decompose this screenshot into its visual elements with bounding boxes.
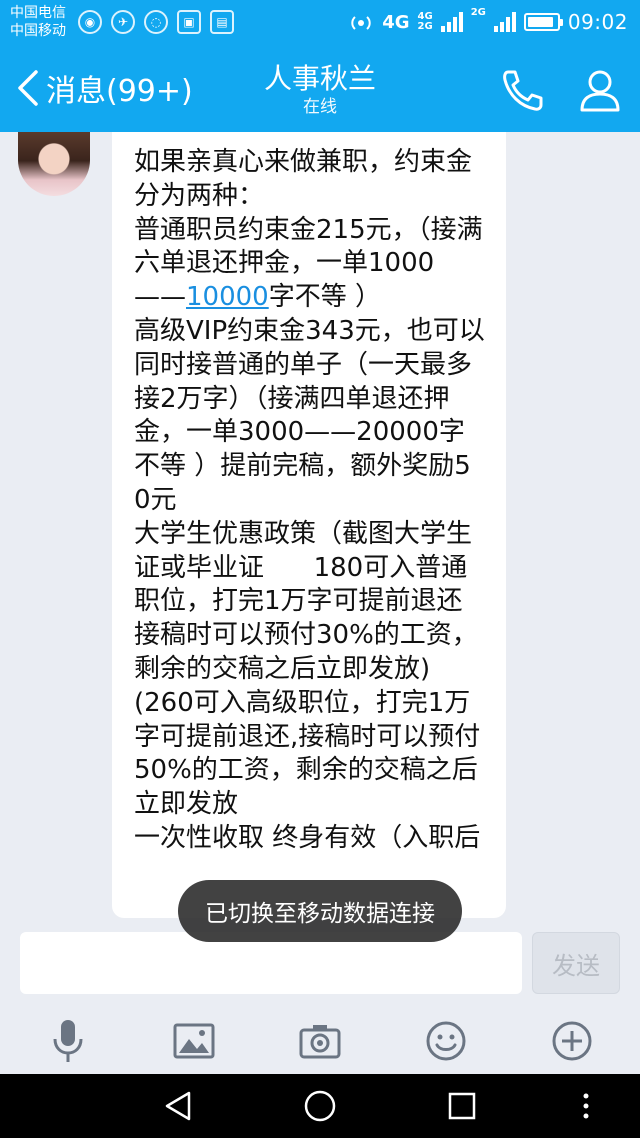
carrier-1: 中国电信 <box>10 5 66 21</box>
chat-messages[interactable]: 如果亲真心来做兼职，约束金分为两种： 普通职员约束金215元，（接满六单退还押金… <box>0 132 640 918</box>
message-link[interactable]: 10000 <box>186 282 269 312</box>
battery-icon <box>523 13 563 31</box>
nav-recents-button[interactable] <box>442 1086 482 1126</box>
send-button[interactable]: 发送 <box>532 932 620 994</box>
sim3-network: 2G <box>470 7 486 18</box>
carrier-names: 中国电信 中国移动 <box>10 4 66 40</box>
voice-input-button[interactable] <box>42 1016 94 1066</box>
signal-bars-sim2-icon <box>493 12 516 32</box>
signal-bars-sim1-icon <box>440 12 463 32</box>
sim-networks: 4G 2G <box>418 12 433 32</box>
gallery-notification-icon: ▣ <box>177 10 201 34</box>
wechat-notification-icon: ◌ <box>144 10 168 34</box>
network-type-label: 4G <box>382 11 410 33</box>
message-text: 如果亲真心来做兼职，约束金分为两种： 普通职员约束金215元，（接满六单退还押金… <box>134 146 486 856</box>
more-vertical-icon <box>583 1093 589 1119</box>
nav-home-button[interactable] <box>300 1086 340 1126</box>
app-notification-icon: ✈ <box>111 10 135 34</box>
status-bar: 中国电信 中国移动 ◉ ✈ ◌ ▣ ▤ 4G 4G 2G 2G 09:02 <box>0 0 640 44</box>
status-indicators: 4G 4G 2G 2G 09:02 <box>348 6 628 38</box>
microphone-icon <box>53 1020 83 1062</box>
clock: 09:02 <box>567 10 628 34</box>
browser-notification-icon: ◉ <box>78 10 102 34</box>
triangle-back-icon <box>165 1091 191 1121</box>
person-icon <box>580 70 620 112</box>
emoji-icon <box>426 1021 466 1061</box>
camera-icon <box>299 1025 341 1059</box>
input-toolbar <box>0 1008 640 1074</box>
camera-button[interactable] <box>294 1016 346 1066</box>
system-nav-bar <box>0 1074 640 1138</box>
emoji-button[interactable] <box>420 1016 472 1066</box>
plus-icon <box>552 1021 592 1061</box>
chat-header: 消息(99+) 人事秋兰 在线 <box>0 44 640 132</box>
image-button[interactable] <box>168 1016 220 1066</box>
file-notification-icon: ▤ <box>210 10 234 34</box>
notification-icons: ◉ ✈ ◌ ▣ ▤ <box>78 10 234 34</box>
battery-level <box>527 17 554 27</box>
more-button[interactable] <box>546 1016 598 1066</box>
sim2-network: 2G <box>417 21 433 32</box>
carrier-2: 中国移动 <box>10 23 66 39</box>
profile-button[interactable] <box>574 66 626 114</box>
contact-avatar[interactable] <box>18 132 90 196</box>
circle-home-icon <box>304 1090 336 1122</box>
voice-call-button[interactable] <box>494 66 550 114</box>
message-bubble[interactable]: 如果亲真心来做兼职，约束金分为两种： 普通职员约束金215元，（接满六单退还押金… <box>112 132 506 918</box>
hotspot-icon <box>351 16 371 30</box>
network-toast: 已切换至移动数据连接 <box>178 880 462 942</box>
nav-menu-button[interactable] <box>566 1086 606 1126</box>
square-recents-icon <box>448 1092 476 1120</box>
nav-back-button[interactable] <box>158 1086 198 1126</box>
phone-icon <box>503 70 543 111</box>
image-icon <box>173 1023 215 1059</box>
message-text-part-2: 字不等 ） 高级VIP约束金343元，也可以同时接普通的单子（一天最多接2万字）… <box>134 282 485 853</box>
